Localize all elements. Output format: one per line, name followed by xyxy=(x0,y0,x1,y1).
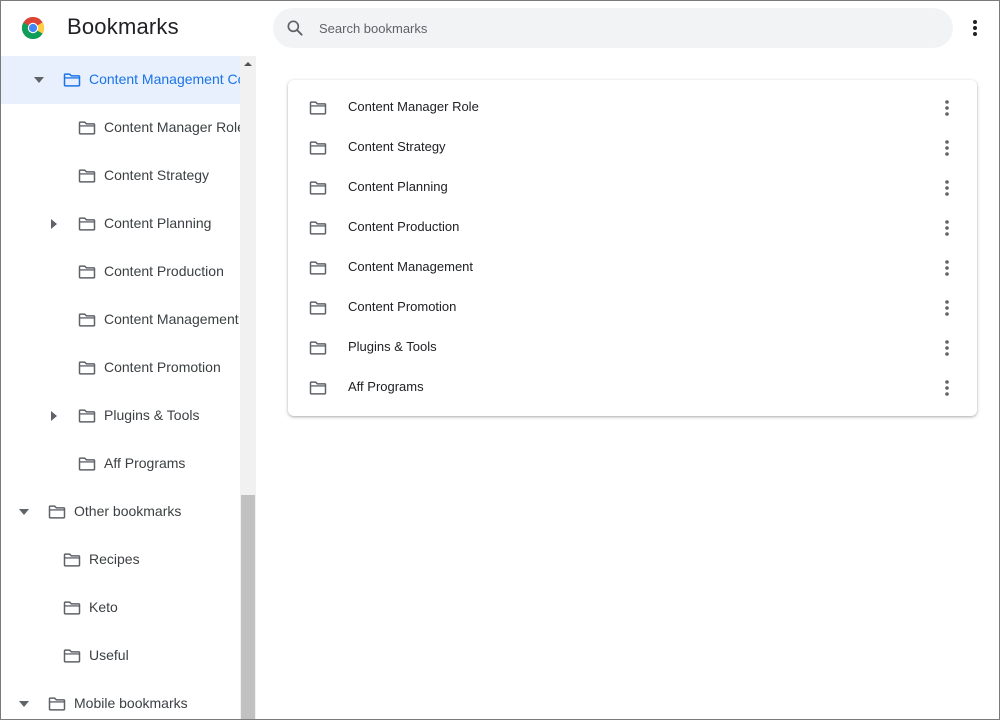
sidebar-item-label: Other bookmarks xyxy=(74,503,182,519)
more-actions-icon[interactable] xyxy=(935,376,959,400)
folder-icon xyxy=(309,101,327,115)
folder-icon xyxy=(63,601,81,615)
expand-arrow-icon[interactable] xyxy=(18,506,30,518)
expand-arrow-icon[interactable] xyxy=(18,698,30,710)
more-actions-icon[interactable] xyxy=(935,136,959,160)
more-actions-icon[interactable] xyxy=(935,96,959,120)
sidebar-item-label: Content Production xyxy=(104,263,224,279)
folder-icon xyxy=(63,73,81,87)
search-box[interactable] xyxy=(273,8,953,48)
folder-icon xyxy=(309,341,327,355)
bookmark-folder-row[interactable]: Content Planning xyxy=(288,168,977,208)
folder-icon xyxy=(78,361,96,375)
folder-icon xyxy=(78,457,96,471)
folder-icon xyxy=(309,181,327,195)
folder-tree: Content Management Co Content Manager Rol… xyxy=(0,56,256,720)
folder-icon xyxy=(78,265,96,279)
sidebar-item-label: Content Strategy xyxy=(104,167,210,183)
folder-icon xyxy=(78,121,96,135)
sidebar-item-label: Content Manager Role xyxy=(104,119,245,135)
bookmark-folder-label: Aff Programs xyxy=(348,379,424,394)
chrome-logo-icon xyxy=(21,16,45,40)
bookmark-folder-label: Content Promotion xyxy=(348,299,457,314)
sidebar-folder-item[interactable]: Keto xyxy=(0,584,240,632)
sidebar-folder-item[interactable]: Aff Programs xyxy=(0,440,240,488)
bookmark-folder-label: Content Planning xyxy=(348,179,448,194)
collapse-arrow-icon[interactable] xyxy=(48,218,60,230)
scroll-up-arrow-icon[interactable] xyxy=(243,60,253,68)
sidebar-folder-item[interactable]: Content Manager Role xyxy=(0,104,245,152)
sidebar-folder-item[interactable]: Other bookmarks xyxy=(0,488,240,536)
sidebar-item-label: Recipes xyxy=(89,551,140,567)
folder-icon xyxy=(309,381,327,395)
more-actions-icon[interactable] xyxy=(935,256,959,280)
sidebar-item-label: Plugins & Tools xyxy=(104,407,200,423)
bookmark-folder-row[interactable]: Content Production xyxy=(288,208,977,248)
sidebar-item-label: Keto xyxy=(89,599,118,615)
sidebar-folder-item[interactable]: Content Strategy xyxy=(0,152,240,200)
folder-icon xyxy=(48,697,66,711)
sidebar-item-label: Content Management Co xyxy=(89,71,246,87)
sidebar-item-label: Content Planning xyxy=(104,215,212,231)
folder-icon xyxy=(309,141,327,155)
folder-icon xyxy=(309,261,327,275)
more-actions-icon[interactable] xyxy=(935,176,959,200)
folder-icon xyxy=(309,221,327,235)
sidebar-item-label: Useful xyxy=(89,647,129,663)
bookmark-folder-row[interactable]: Plugins & Tools xyxy=(288,328,977,368)
search-input[interactable] xyxy=(319,8,919,48)
sidebar-folder-item[interactable]: Content Management xyxy=(0,296,240,344)
bookmark-folder-label: Content Strategy xyxy=(348,139,446,154)
scrollbar-thumb[interactable] xyxy=(241,495,255,720)
folder-icon xyxy=(63,649,81,663)
collapse-arrow-icon[interactable] xyxy=(48,410,60,422)
bookmark-list: Content Manager Role Content Strategy Cont… xyxy=(288,80,977,416)
sidebar-item-label: Mobile bookmarks xyxy=(74,695,188,711)
sidebar-folder-item[interactable]: Useful xyxy=(0,632,240,680)
more-actions-icon[interactable] xyxy=(935,336,959,360)
sidebar-folder-item[interactable]: Mobile bookmarks xyxy=(0,680,240,720)
bookmark-folder-row[interactable]: Aff Programs xyxy=(288,368,977,408)
bookmark-folder-label: Content Manager Role xyxy=(348,99,479,114)
folder-icon xyxy=(78,169,96,183)
bookmark-folder-row[interactable]: Content Management xyxy=(288,248,977,288)
folder-icon xyxy=(48,505,66,519)
more-actions-icon[interactable] xyxy=(935,296,959,320)
bookmark-folder-row[interactable]: Content Promotion xyxy=(288,288,977,328)
expand-arrow-icon[interactable] xyxy=(33,74,45,86)
sidebar-folder-item[interactable]: Plugins & Tools xyxy=(0,392,240,440)
sidebar-folder-item[interactable]: Recipes xyxy=(0,536,240,584)
search-icon xyxy=(287,20,303,36)
bookmark-folder-row[interactable]: Content Strategy xyxy=(288,128,977,168)
folder-icon xyxy=(63,553,81,567)
toolbar: Bookmarks xyxy=(0,0,1000,56)
bookmark-folder-label: Content Management xyxy=(348,259,474,274)
sidebar-folder-item[interactable]: Content Production xyxy=(0,248,240,296)
bookmark-folder-label: Content Production xyxy=(348,219,460,234)
sidebar-folder-item[interactable]: Content Promotion xyxy=(0,344,240,392)
page-title: Bookmarks xyxy=(67,14,179,39)
sidebar-folder-item[interactable]: Content Planning xyxy=(0,200,240,248)
sidebar-item-label: Aff Programs xyxy=(104,455,186,471)
bookmark-folder-label: Plugins & Tools xyxy=(348,339,437,354)
more-actions-icon[interactable] xyxy=(935,216,959,240)
sidebar-item-label: Content Management xyxy=(104,311,239,327)
sidebar-folder-item[interactable]: Content Management Co xyxy=(0,56,245,104)
sidebar-item-label: Content Promotion xyxy=(104,359,221,375)
folder-icon xyxy=(78,217,96,231)
folder-icon xyxy=(78,409,96,423)
bookmark-folder-row[interactable]: Content Manager Role xyxy=(288,88,977,128)
more-vert-icon[interactable] xyxy=(963,16,987,40)
folder-icon xyxy=(78,313,96,327)
folder-icon xyxy=(309,301,327,315)
